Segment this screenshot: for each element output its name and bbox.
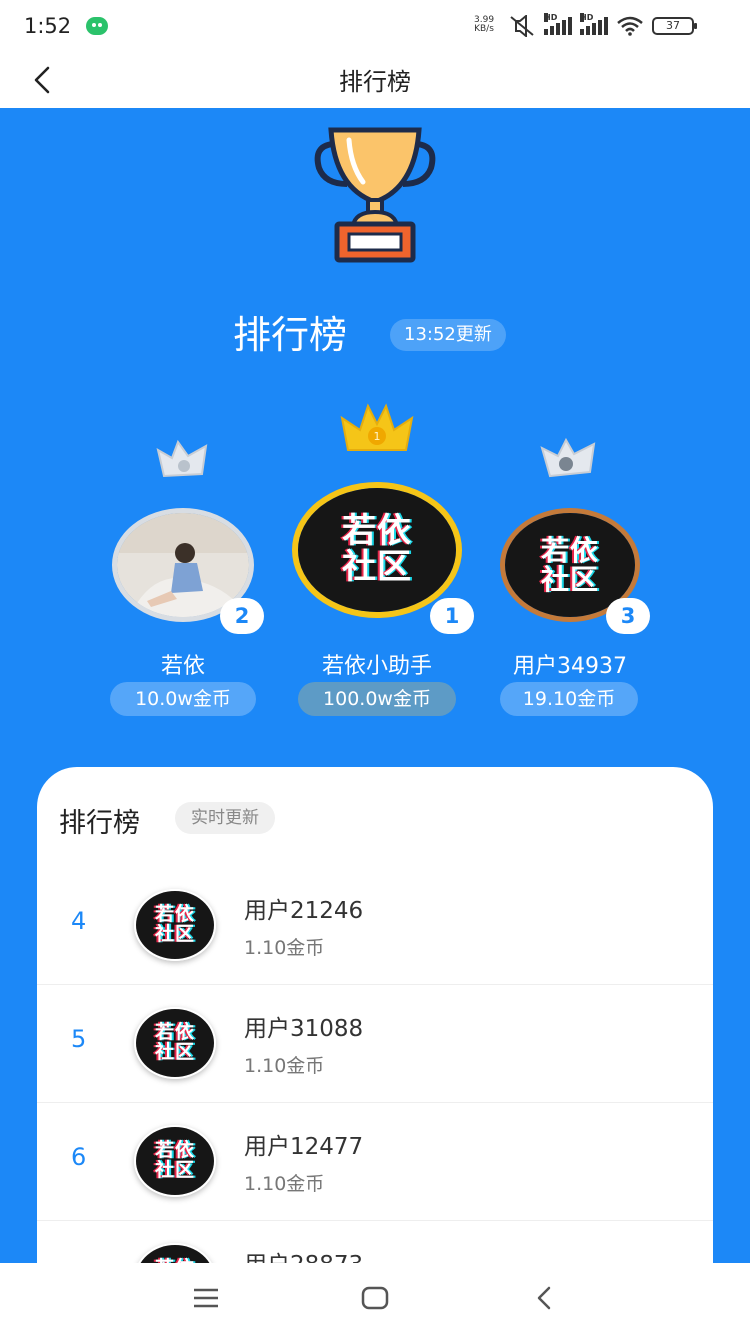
avatar: 若依 社区: [134, 1007, 216, 1079]
net-speed-unit: KB/s: [474, 24, 494, 34]
podium-coins: 19.10金币: [500, 682, 638, 716]
ranking-list: 排行榜 实时更新 4 若依 社区 用户21246 1.10金币 5 若依 社区 …: [37, 767, 713, 1327]
list-item[interactable]: 6 若依 社区 用户12477 1.10金币: [37, 1103, 713, 1221]
avatar: 若依 社区: [292, 482, 462, 618]
silver-crown-icon: [156, 439, 208, 478]
logo-line-2: 社区: [154, 1159, 195, 1181]
update-time-badge: 13:52更新: [390, 319, 506, 351]
rank-badge: 2: [220, 598, 264, 634]
back-nav-button[interactable]: [524, 1283, 564, 1313]
podium-rank-3[interactable]: 若依 社区 3 用户34937 19.10金币: [488, 436, 652, 716]
list-title: 排行榜: [59, 808, 140, 839]
nav-bar: 排行榜: [0, 52, 750, 108]
logo-line-2: 社区: [540, 563, 599, 596]
gold-crown-icon: 1: [340, 403, 414, 451]
net-speed: 3.99 KB/s: [474, 16, 494, 34]
system-nav-bar: [0, 1263, 750, 1333]
row-rank: 5: [71, 1025, 87, 1053]
logo-line-1: 若依: [154, 1021, 195, 1044]
list-item[interactable]: 4 若依 社区 用户21246 1.10金币: [37, 867, 713, 985]
podium-name: 若依小助手: [321, 654, 432, 679]
home-icon: [361, 1286, 389, 1310]
avatar: 若依 社区: [134, 1125, 216, 1197]
hero-title: 排行榜: [233, 313, 348, 357]
battery-icon: 37: [652, 17, 697, 35]
logo-line-1: 若依: [342, 511, 412, 552]
wifi-icon: [617, 16, 643, 36]
row-name: 用户31088: [244, 1016, 364, 1042]
logo-line-2: 社区: [154, 1041, 195, 1063]
logo-line-2: 社区: [154, 923, 195, 945]
row-coins: 1.10金币: [244, 937, 325, 959]
avatar: 若依 社区: [134, 889, 216, 961]
signal-icon: HD: [580, 13, 608, 35]
podium-coins: 100.0w金币: [298, 682, 456, 716]
podium-name: 若依: [160, 654, 205, 679]
status-time: 1:52: [24, 14, 72, 38]
row-name: 用户21246: [244, 898, 364, 924]
podium-rank-2[interactable]: 2 若依 10.0w金币: [100, 436, 266, 716]
trophy-icon: [314, 127, 436, 263]
rank-badge: 1: [430, 598, 474, 634]
logo-line-1: 若依: [154, 1139, 195, 1162]
svg-text:1: 1: [374, 430, 381, 443]
mute-icon: [510, 15, 534, 37]
bronze-crown-icon: [540, 437, 596, 478]
row-name: 用户12477: [244, 1134, 364, 1160]
row-coins: 1.10金币: [244, 1055, 325, 1077]
rank-badge: 3: [606, 598, 650, 634]
menu-icon: [194, 1288, 218, 1308]
podium-name: 用户34937: [513, 654, 627, 679]
logo-line-2: 社区: [342, 547, 412, 587]
menu-button[interactable]: [186, 1283, 226, 1313]
row-rank: 6: [71, 1143, 87, 1171]
realtime-badge: 实时更新: [175, 802, 275, 834]
podium-coins: 10.0w金币: [110, 682, 256, 716]
logo-line-1: 若依: [540, 533, 599, 567]
signal-icon: HD: [544, 13, 572, 35]
row-coins: 1.10金币: [244, 1173, 325, 1195]
status-bar: 1:52 3.99 KB/s HD HD 37: [0, 0, 750, 52]
podium-rank-1[interactable]: 1 若依 社区 1 若依小助手 100.0w金币: [284, 402, 474, 716]
home-button[interactable]: [355, 1283, 395, 1313]
wechat-icon: [86, 17, 108, 35]
list-item[interactable]: 5 若依 社区 用户31088 1.10金币: [37, 985, 713, 1103]
status-icons: HD HD 37: [508, 13, 697, 38]
row-rank: 4: [71, 907, 87, 935]
page-title: 排行榜: [339, 68, 411, 96]
back-icon: [537, 1286, 551, 1310]
logo-line-1: 若依: [154, 903, 195, 926]
